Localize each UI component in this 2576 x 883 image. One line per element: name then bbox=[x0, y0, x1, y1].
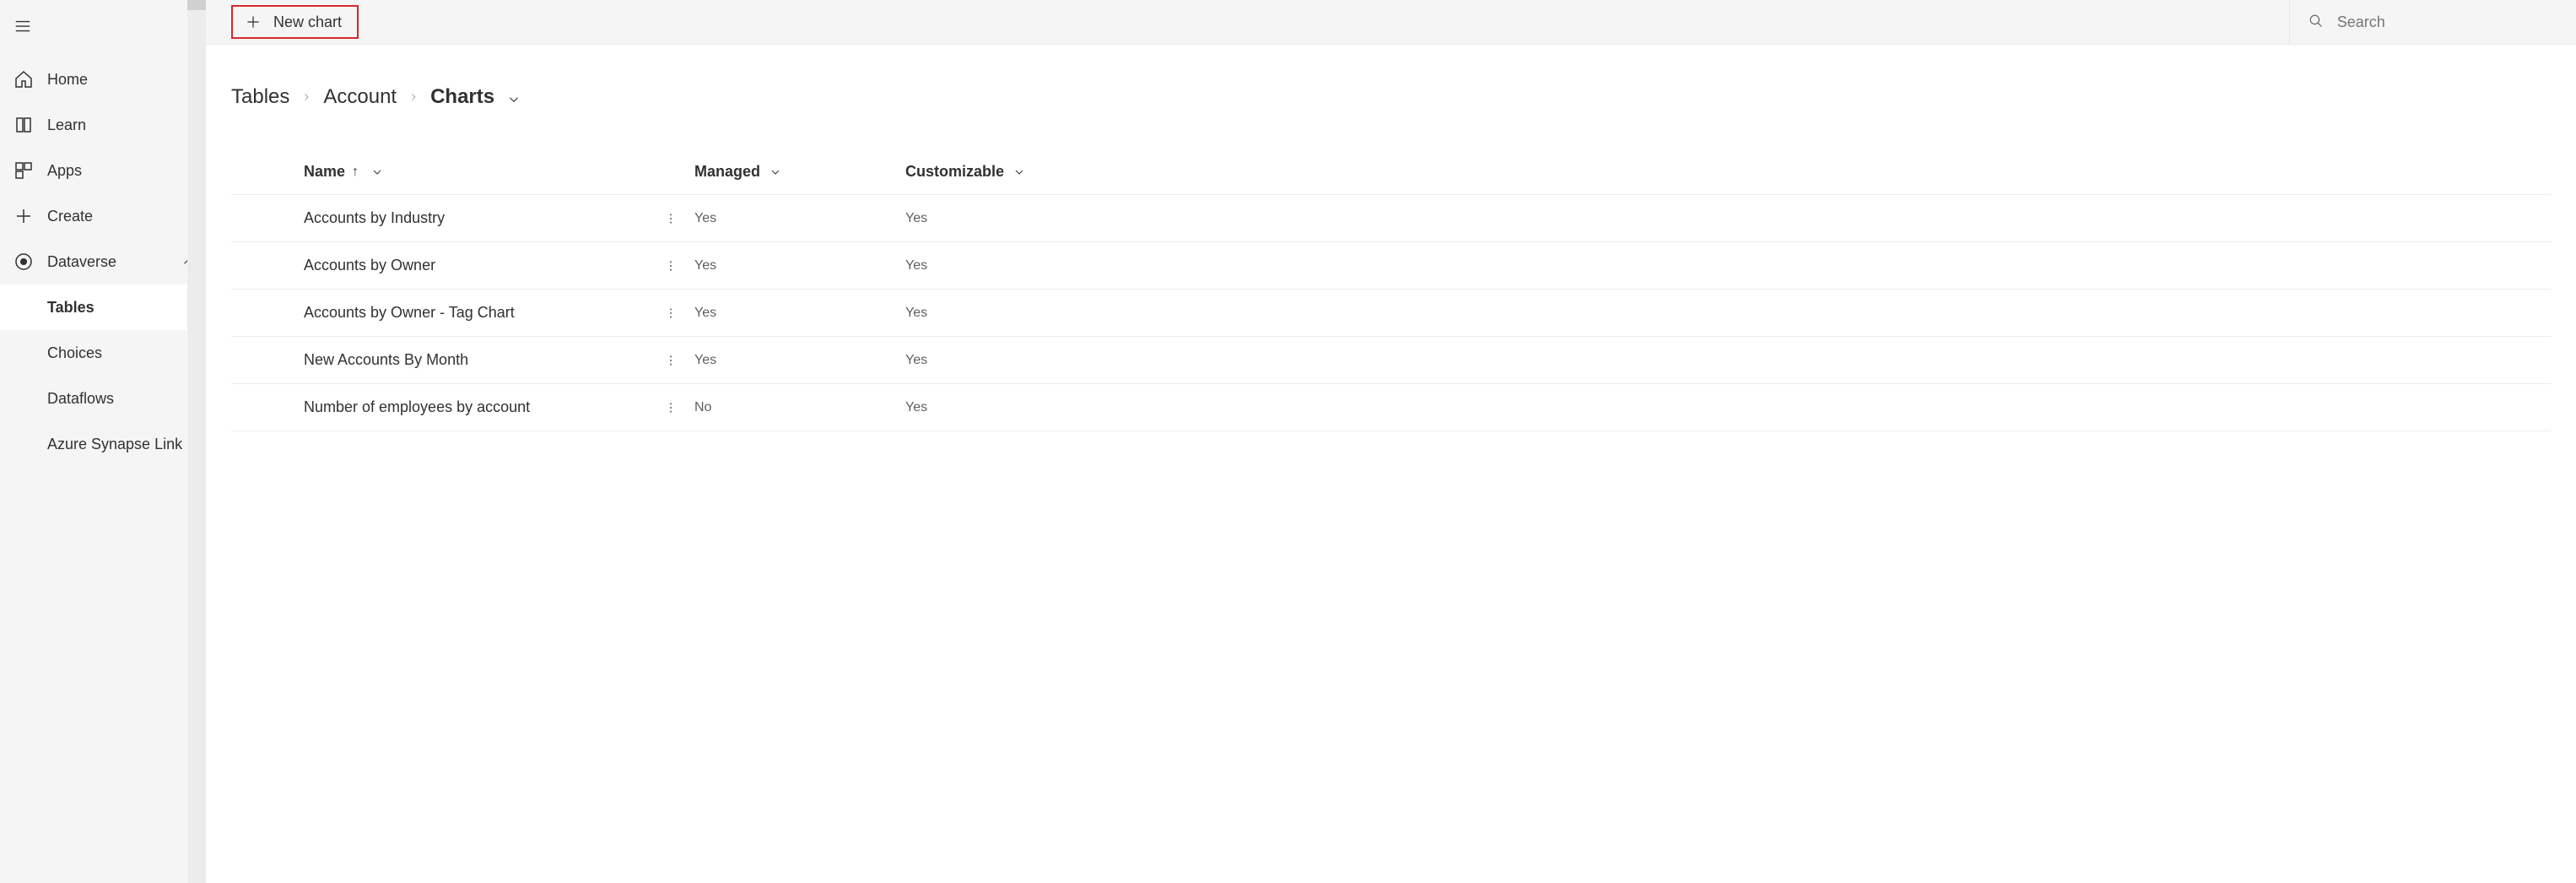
sidebar-item-label: Learn bbox=[47, 116, 86, 134]
hamburger-icon bbox=[14, 24, 32, 38]
customizable-cell: Yes bbox=[905, 306, 2551, 321]
chart-name-cell: Accounts by Industry bbox=[304, 209, 657, 227]
sidebar-item-label: Tables bbox=[47, 299, 95, 317]
sidebar-item-apps[interactable]: Apps bbox=[0, 148, 206, 193]
new-chart-label: New chart bbox=[273, 14, 342, 31]
content: Tables Account Charts Name ↑ bbox=[206, 45, 2576, 883]
sidebar-item-label: Dataverse bbox=[47, 253, 116, 271]
table-row[interactable]: Accounts by Owner YesYes bbox=[231, 242, 2551, 290]
chevron-down-icon[interactable] bbox=[769, 165, 782, 179]
sidebar-item-dataflows[interactable]: Dataflows bbox=[0, 376, 206, 421]
search-icon bbox=[2309, 14, 2324, 30]
breadcrumb: Tables Account Charts bbox=[231, 85, 2551, 109]
dataverse-icon bbox=[14, 252, 34, 272]
new-chart-button[interactable]: New chart bbox=[231, 5, 359, 39]
command-bar: New chart bbox=[206, 0, 2576, 45]
charts-grid: Name ↑ Managed Customizable bbox=[231, 149, 2551, 431]
column-header-label: Managed bbox=[694, 163, 760, 181]
breadcrumb-tables[interactable]: Tables bbox=[231, 85, 289, 109]
table-row[interactable]: Accounts by Owner - Tag Chart YesYes bbox=[231, 290, 2551, 337]
apps-icon bbox=[14, 160, 34, 181]
customizable-cell: Yes bbox=[905, 258, 2551, 274]
table-row[interactable]: Number of employees by account NoYes bbox=[231, 384, 2551, 431]
table-row[interactable]: Accounts by Industry YesYes bbox=[231, 195, 2551, 242]
chart-name-cell: New Accounts By Month bbox=[304, 351, 657, 369]
sidebar-item-home[interactable]: Home bbox=[0, 57, 206, 102]
row-more-button[interactable] bbox=[657, 306, 684, 320]
sidebar-item-label: Apps bbox=[47, 162, 82, 180]
managed-cell: Yes bbox=[694, 353, 905, 368]
home-icon bbox=[14, 69, 34, 89]
sidebar-item-label: Choices bbox=[47, 344, 102, 362]
customizable-cell: Yes bbox=[905, 353, 2551, 368]
row-more-button[interactable] bbox=[657, 259, 684, 273]
chevron-down-icon[interactable] bbox=[506, 89, 521, 105]
search-input[interactable] bbox=[2337, 14, 2557, 31]
sidebar-item-learn[interactable]: Learn bbox=[0, 102, 206, 148]
chart-name-cell: Accounts by Owner - Tag Chart bbox=[304, 304, 657, 322]
learn-icon bbox=[14, 115, 34, 135]
main-area: New chart Tables Account Charts bbox=[206, 0, 2576, 883]
row-more-button[interactable] bbox=[657, 212, 684, 225]
chart-name-cell: Number of employees by account bbox=[304, 398, 657, 416]
breadcrumb-separator bbox=[301, 88, 311, 107]
sidebar-item-tables[interactable]: Tables bbox=[0, 284, 206, 330]
row-more-button[interactable] bbox=[657, 401, 684, 414]
managed-cell: Yes bbox=[694, 306, 905, 321]
sidebar-item-create[interactable]: Create bbox=[0, 193, 206, 239]
column-header-label: Name bbox=[304, 163, 345, 181]
sidebar-item-dataverse[interactable]: Dataverse bbox=[0, 239, 206, 284]
managed-cell: No bbox=[694, 400, 905, 415]
plus-icon bbox=[245, 14, 262, 30]
table-row[interactable]: New Accounts By Month YesYes bbox=[231, 337, 2551, 384]
sidebar-item-choices[interactable]: Choices bbox=[0, 330, 206, 376]
column-header-label: Customizable bbox=[905, 163, 1004, 181]
sidebar-item-label: Azure Synapse Link bbox=[47, 436, 182, 453]
customizable-cell: Yes bbox=[905, 400, 2551, 415]
search-box[interactable] bbox=[2289, 0, 2576, 45]
sidebar-scrollbar[interactable] bbox=[187, 0, 206, 883]
column-header-name[interactable]: Name ↑ bbox=[304, 163, 694, 181]
sidebar-item-label: Home bbox=[47, 71, 88, 89]
hamburger-menu-button[interactable] bbox=[0, 0, 206, 57]
managed-cell: Yes bbox=[694, 211, 905, 226]
chevron-down-icon[interactable] bbox=[1013, 165, 1026, 179]
breadcrumb-charts[interactable]: Charts bbox=[430, 85, 494, 109]
breadcrumb-separator bbox=[408, 88, 419, 107]
sidebar-item-label: Dataflows bbox=[47, 390, 114, 408]
chevron-down-icon[interactable] bbox=[370, 165, 384, 179]
row-more-button[interactable] bbox=[657, 354, 684, 367]
customizable-cell: Yes bbox=[905, 211, 2551, 226]
managed-cell: Yes bbox=[694, 258, 905, 274]
sidebar-item-azure-synapse-link[interactable]: Azure Synapse Link bbox=[0, 421, 206, 467]
column-header-managed[interactable]: Managed bbox=[694, 163, 905, 181]
sidebar: Home Learn Apps Create Dataverse bbox=[0, 0, 206, 883]
scrollbar-up-button[interactable] bbox=[187, 0, 206, 10]
plus-icon bbox=[14, 206, 34, 226]
chart-name-cell: Accounts by Owner bbox=[304, 257, 657, 274]
grid-header-row: Name ↑ Managed Customizable bbox=[231, 149, 2551, 195]
sort-ascending-icon: ↑ bbox=[352, 165, 359, 180]
breadcrumb-account[interactable]: Account bbox=[323, 85, 397, 109]
column-header-customizable[interactable]: Customizable bbox=[905, 163, 2551, 181]
sidebar-item-label: Create bbox=[47, 208, 93, 225]
